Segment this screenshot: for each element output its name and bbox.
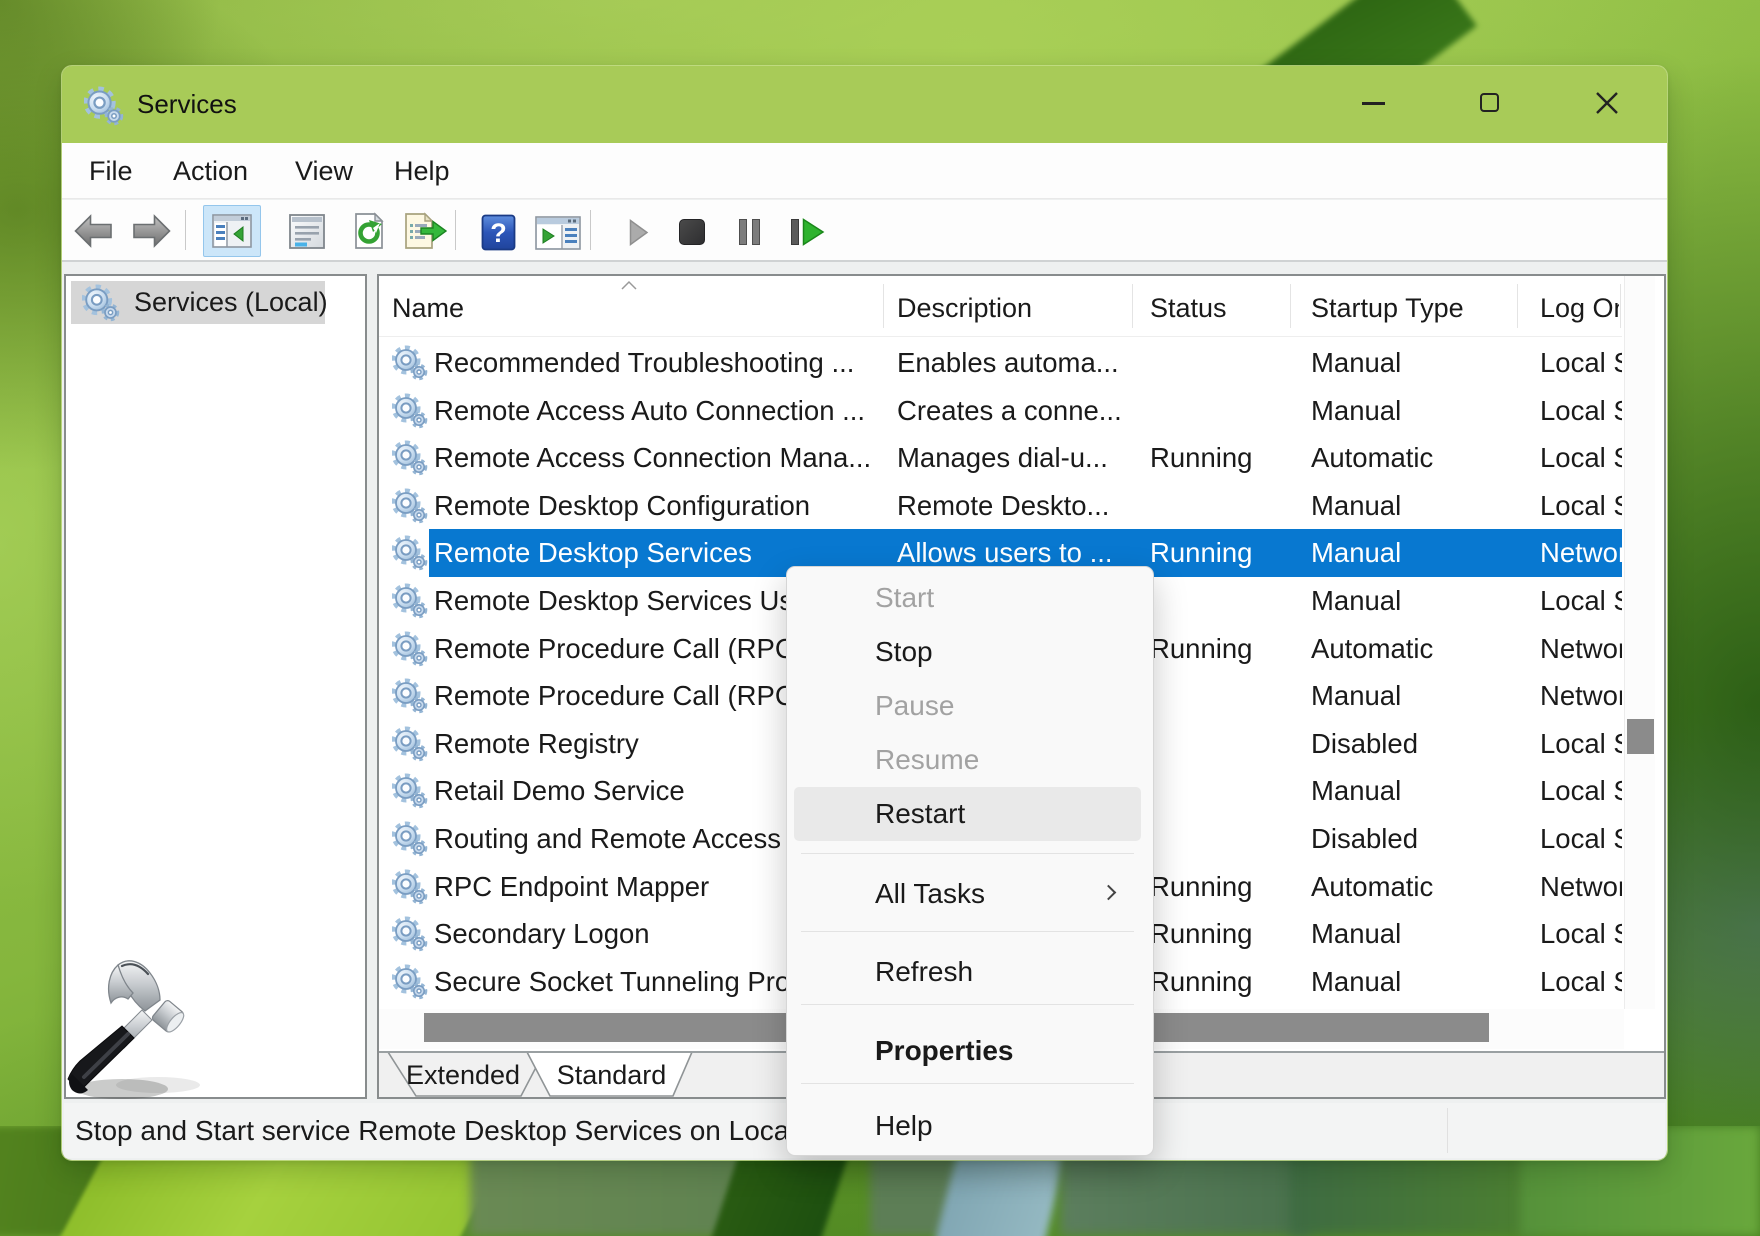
svg-text:?: ? <box>490 218 507 248</box>
